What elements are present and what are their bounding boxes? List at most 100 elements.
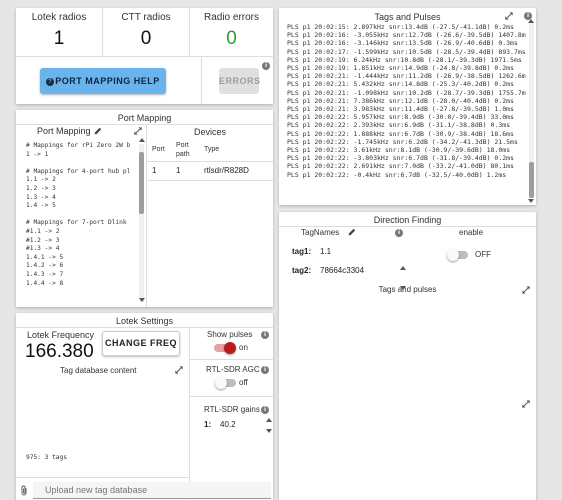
tagnames-panel: TagNames i tag1: 1.1 tag2: 78664c3304 (282, 226, 407, 290)
lotek-settings-card: Lotek Settings Lotek Frequency 166.380 C… (16, 313, 273, 500)
enable-label: enable (459, 228, 484, 237)
tag-value: 78664c3304 (320, 266, 365, 275)
pulse-log-line: PLS p1 20:02:21: -1.444kHz snr:11.2dB (-… (287, 72, 526, 81)
paperclip-icon[interactable] (20, 485, 28, 496)
scrollbar-thumb[interactable] (529, 162, 534, 198)
port-mapping-text[interactable]: # Mappings for rPi Zero 2W b1 -> 1 # Map… (26, 142, 136, 302)
tagnames-label: TagNames (301, 228, 340, 237)
rtl-sdr-gains-key: 1: (204, 420, 212, 429)
port-mapping-section-title: Port Mapping (117, 113, 172, 123)
errors-button[interactable]: ERRORS (219, 68, 260, 94)
pulse-log-line: PLS p1 20:02:21: 5.432kHz snr:14.8dB (-2… (287, 80, 514, 89)
change-freq-button[interactable]: CHANGE FREQ (102, 331, 180, 356)
enable-state: OFF (475, 250, 491, 259)
table-cell: rtlsdr/R828D (204, 166, 249, 175)
direction-finding-title: Direction Finding (373, 215, 442, 225)
port-mapping-vscroll[interactable] (139, 144, 144, 302)
port-mapping-line: 1.4.4 -> 8 (26, 279, 64, 287)
table-cell: 1 (152, 166, 157, 175)
radio-errors-label: Radio errors (203, 12, 260, 23)
column-header-port-path: Port path (176, 142, 190, 158)
info-icon[interactable]: i (262, 62, 270, 70)
tag-row[interactable]: tag2: 78664c3304 (290, 266, 400, 280)
pulse-log-line: PLS p1 20:02:22: 2.691kHz snr:7.0dB (-33… (287, 162, 514, 171)
port-mapping-line: 1.4 -> 5 (26, 202, 56, 210)
lotek-frequency-label: Lotek Frequency (27, 330, 95, 340)
rtl-sdr-agc-toggle[interactable]: off (215, 376, 257, 390)
toggle-knob (215, 377, 227, 389)
port-mapping-card: Port Mapping Port Mapping # Mappings for… (16, 110, 273, 307)
tags-and-pulses-log[interactable]: PLS p1 20:02:15: 2.897kHz snr:13.4dB (-2… (287, 23, 528, 197)
tag-database-text[interactable]: 975: 3 tags (26, 454, 67, 463)
pencil-icon[interactable] (348, 228, 356, 236)
pulse-log-line: PLS p1 20:02:21: -1.098kHz snr:10.2dB (-… (287, 88, 526, 97)
toggle-knob (224, 342, 236, 354)
radio-errors-value: 0 (226, 28, 237, 49)
show-pulses-label: Show pulses (207, 330, 253, 339)
expand-icon[interactable] (505, 12, 513, 20)
port-mapping-editor: Port Mapping # Mappings for rPi Zero 2W … (20, 124, 146, 307)
scroll-down-arrow[interactable] (528, 199, 534, 203)
pencil-icon[interactable] (94, 127, 102, 135)
stats-card: Lotek radios 1 CTT radios 0 Radio errors… (16, 8, 273, 104)
direction-finding-card: Direction Finding TagNames i tag1: 1.1 t… (279, 212, 536, 500)
rtl-sdr-agc-state: off (239, 378, 248, 387)
show-pulses-toggle[interactable]: on (213, 341, 257, 355)
lotek-radios-value: 1 (53, 28, 65, 49)
expand-icon[interactable] (522, 400, 530, 408)
scrollbar-thumb[interactable] (139, 152, 144, 214)
port-mapping-panel-title: Port Mapping (37, 126, 91, 136)
help-circle-icon: ? (46, 77, 55, 86)
column-header-type: Type (204, 146, 220, 153)
tags-and-pulses-subpanel-title: Tags and pulses (378, 285, 437, 294)
scroll-up-arrow[interactable] (139, 138, 145, 142)
info-icon[interactable]: i (261, 366, 269, 374)
port-mapping-line: # Mappings for rPi Zero 2W b (26, 142, 131, 149)
port-mapping-line: #1.2 -> 3 (26, 236, 60, 244)
devices-title: Devices (193, 127, 226, 137)
port-mapping-line: 1.4.2 -> 6 (26, 262, 64, 270)
table-cell: 1 (176, 166, 181, 175)
scroll-down-arrow[interactable] (139, 298, 145, 302)
toggle-knob (447, 249, 459, 261)
port-mapping-line: # Mappings for 4-port hub pl (26, 167, 131, 175)
upload-tag-database-input[interactable] (33, 482, 271, 499)
info-icon[interactable]: i (261, 331, 269, 339)
rtl-sdr-gains-value: 40.2 (220, 420, 236, 429)
pulse-log-line: PLS p1 20:02:15: 2.897kHz snr:13.4dB (-2… (287, 23, 514, 31)
port-mapping-line: #1.1 -> 2 (26, 227, 60, 235)
port-mapping-line: #1.3 -> 4 (26, 245, 60, 253)
tag-database-title: Tag database content (60, 366, 137, 375)
port-mapping-line: 1.4.3 -> 7 (26, 270, 64, 278)
info-icon[interactable]: i (395, 229, 403, 237)
port-mapping-line: 1.3 -> 4 (26, 193, 56, 201)
scroll-up-arrow[interactable] (528, 19, 534, 23)
tag-key: tag2: (292, 266, 312, 275)
pulse-log-line: PLS p1 20:02:19: 6.24kHz snr:10.8dB (-28… (287, 55, 522, 64)
tags-and-pulses-card: Tags and Pulses i PLS p1 20:02:15: 2.897… (279, 8, 536, 205)
pulse-log-line: PLS p1 20:02:16: -3.146kHz snr:13.5dB (-… (287, 39, 518, 48)
tags-and-pulses-vscroll[interactable] (529, 22, 534, 198)
column-header-port: Port (152, 146, 165, 153)
tag-value: 1.1 (320, 247, 332, 256)
pulse-log-line: PLS p1 20:02:22: -1.745kHz snr:6.2dB (-3… (287, 137, 518, 146)
lotek-settings-title: Lotek Settings (115, 316, 174, 326)
expand-icon[interactable] (522, 286, 530, 294)
scroll-up-arrow[interactable] (400, 266, 406, 270)
scroll-down-arrow[interactable] (266, 429, 272, 433)
rtl-sdr-gains-row[interactable]: 1: 40.2 (202, 419, 262, 433)
info-icon[interactable]: i (261, 406, 269, 414)
enable-toggle[interactable]: OFF (447, 248, 497, 262)
devices-table-header: Port Port path Type (147, 140, 273, 160)
expand-icon[interactable] (175, 366, 183, 374)
pulse-log-line: PLS p1 20:02:22: -3.803kHz snr:6.7dB (-3… (287, 154, 514, 163)
port-mapping-help-button[interactable]: ? PORT MAPPING HELP (40, 68, 166, 94)
table-row: 1 1 rtlsdr/R828D (147, 164, 273, 178)
upload-tag-database-field[interactable] (16, 478, 273, 500)
pulse-log-line: PLS p1 20:02:22: 1.888kHz snr:6.7dB (-30… (287, 129, 514, 138)
pulse-log-line: PLS p1 20:02:22: 3.61kHz snr:8.1dB (-30.… (287, 146, 511, 155)
tag-row[interactable]: tag1: 1.1 (290, 247, 400, 261)
expand-icon[interactable] (134, 127, 142, 135)
pulse-log-line: PLS p1 20:02:17: -1.599kHz snr:10.5dB (-… (287, 47, 526, 56)
scroll-up-arrow[interactable] (266, 418, 272, 422)
